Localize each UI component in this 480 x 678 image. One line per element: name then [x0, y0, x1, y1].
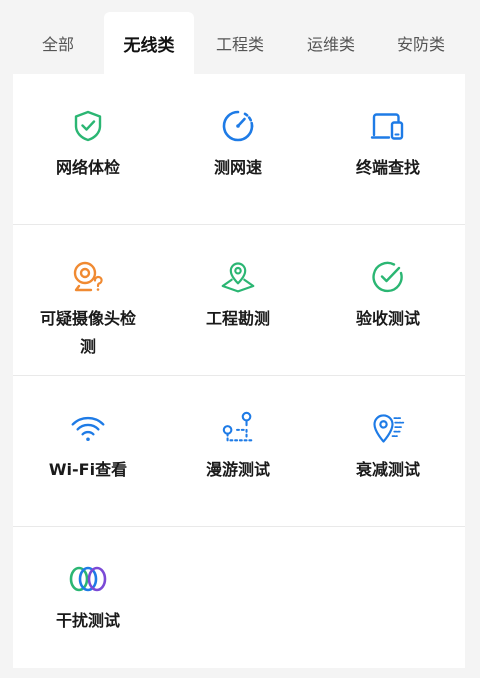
tool-site-survey[interactable]: 工程勘测	[163, 225, 313, 376]
tools-row: 可疑摄像头检测 工程勘测 验收测试	[13, 225, 465, 376]
tool-label: 验收测试	[355, 309, 420, 328]
tool-label: 衰减测试	[355, 460, 420, 479]
tools-panel: 网络体检 测网速 终端查找 可疑摄像头检测 工程勘测 验收测试 Wi-Fi查看 …	[13, 74, 465, 668]
tool-label: 终端查找	[355, 158, 420, 177]
tool-label: 漫游测试	[205, 460, 270, 479]
tool-label: 工程勘测	[205, 309, 270, 328]
tool-label: 可疑摄像头检测	[39, 309, 136, 356]
devices-icon	[370, 108, 406, 144]
wifi-icon	[70, 410, 106, 446]
roaming-icon	[220, 410, 256, 446]
tool-label: 测网速	[213, 158, 262, 177]
shield-check-icon	[70, 108, 106, 144]
tab-engineering[interactable]: 工程类	[194, 12, 286, 74]
speedometer-icon	[220, 108, 256, 144]
tool-hidden-camera-detect[interactable]: 可疑摄像头检测	[13, 225, 163, 376]
map-pin-icon	[220, 259, 256, 295]
tab-operations[interactable]: 运维类	[286, 12, 376, 74]
tab-security[interactable]: 安防类	[376, 12, 466, 74]
tool-attenuation-test[interactable]: 衰减测试	[313, 376, 463, 527]
tab-wireless[interactable]: 无线类	[104, 12, 194, 74]
tool-label: 网络体检	[55, 158, 120, 177]
attenuation-icon	[370, 410, 406, 446]
tool-network-checkup[interactable]: 网络体检	[13, 74, 163, 225]
check-circle-icon	[370, 259, 406, 295]
tool-label: Wi-Fi查看	[48, 460, 128, 479]
tool-interference-test[interactable]: 干扰测试	[13, 527, 163, 678]
camera-question-icon	[70, 259, 106, 295]
tool-wifi-view[interactable]: Wi-Fi查看	[13, 376, 163, 527]
tool-label: 干扰测试	[55, 611, 120, 630]
tool-roaming-test[interactable]: 漫游测试	[163, 376, 313, 527]
category-tab-bar: 全部 无线类 工程类 运维类 安防类	[0, 0, 480, 74]
tool-device-finder[interactable]: 终端查找	[313, 74, 463, 225]
tab-all[interactable]: 全部	[10, 12, 106, 74]
tools-row: 干扰测试	[13, 527, 465, 678]
tool-acceptance-test[interactable]: 验收测试	[313, 225, 463, 376]
tools-row: 网络体检 测网速 终端查找	[13, 74, 465, 225]
tools-row: Wi-Fi查看 漫游测试 衰减测试	[13, 376, 465, 527]
interference-rings-icon	[66, 561, 110, 597]
tool-speed-test[interactable]: 测网速	[163, 74, 313, 225]
